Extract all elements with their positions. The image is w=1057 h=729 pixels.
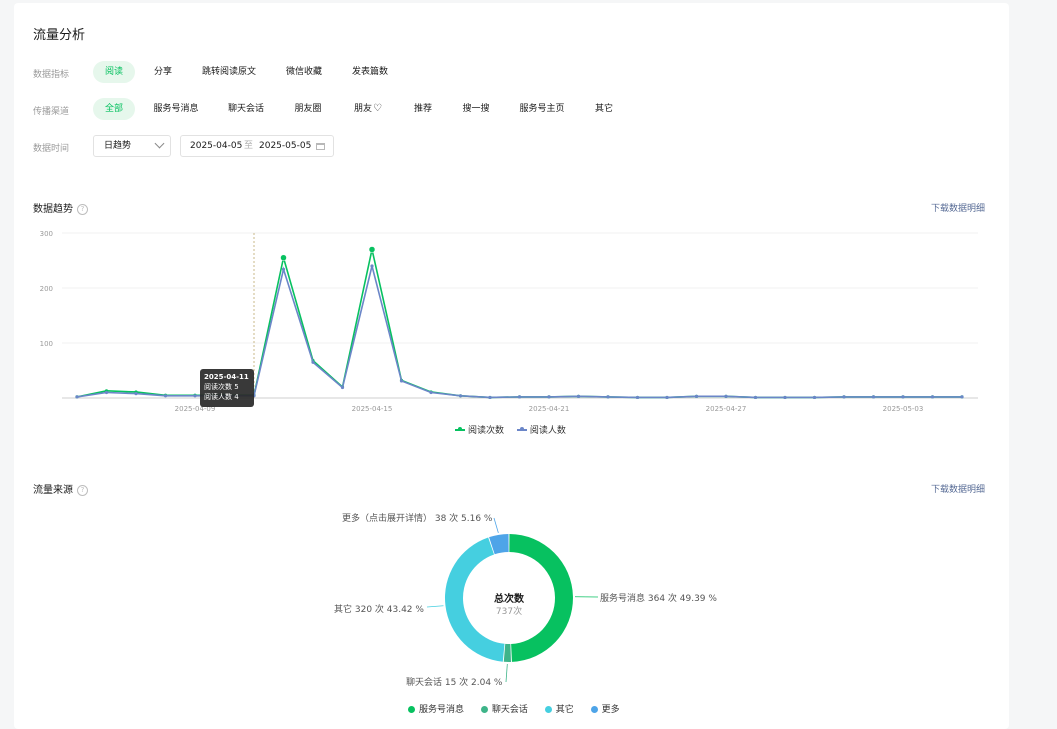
legend-dot-service (408, 706, 415, 713)
donut-center-value: 737次 (495, 607, 523, 617)
legend-item-service[interactable]: 服务号消息 (408, 705, 464, 715)
legend-dot-more (590, 706, 598, 713)
legend-item-other[interactable]: 其它 (544, 705, 574, 715)
leader-line-3 (426, 605, 444, 608)
donut-slice-2 (503, 643, 511, 662)
donut-center-title: 总次数 (494, 594, 524, 605)
source-legend: 服务号消息 聊天会话 其它 更多 (408, 702, 634, 715)
legend-item-chat[interactable]: 聊天会话 (480, 705, 528, 715)
leader-line-4 (493, 517, 499, 533)
legend-dot-chat (480, 706, 488, 713)
legend-item-more[interactable]: 更多 (590, 705, 620, 715)
leader-line-2 (505, 663, 508, 683)
legend-label-service: 服务号消息 (419, 705, 465, 715)
source-donut-chart (426, 517, 599, 683)
slice-label-service: 服务号消息 364 次 49.39 % (600, 594, 717, 604)
legend-label-other: 其它 (555, 705, 574, 715)
slice-label-chat: 聊天会话 15 次 2.04 % (406, 678, 503, 688)
slice-label-other: 其它 320 次 43.42 % (334, 605, 424, 615)
slice-label-more[interactable]: 更多（点击展开详情） 38 次 5.16 % (342, 511, 493, 524)
legend-label-more: 更多 (601, 705, 620, 715)
legend-label-chat: 聊天会话 (491, 705, 528, 715)
legend-dot-other (544, 706, 552, 713)
